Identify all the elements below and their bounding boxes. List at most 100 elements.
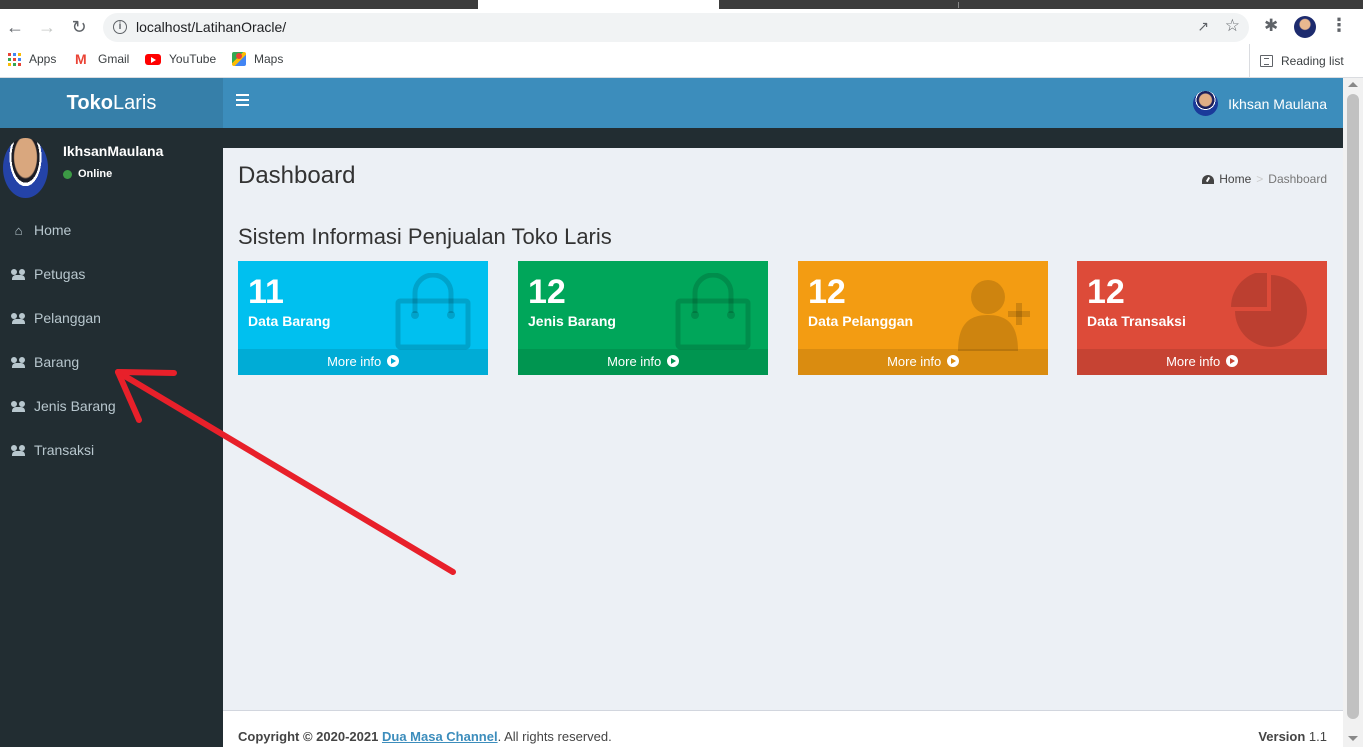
scroll-thumb[interactable]: [1347, 94, 1359, 719]
bookmark-gmail[interactable]: Gmail: [75, 51, 129, 67]
status-text: Online: [78, 168, 113, 180]
home-icon: ⌂: [14, 222, 23, 238]
box-label: Jenis Barang: [528, 313, 616, 329]
box-label: Data Barang: [248, 313, 331, 329]
share-icon[interactable]: ↗: [1197, 18, 1209, 35]
bookmark-label: YouTube: [169, 52, 217, 66]
sidebar-item-label: Petugas: [34, 266, 86, 282]
shopping-bag-icon: [675, 273, 751, 350]
bookmarks-bar: Apps Gmail YouTube Maps Reading list: [0, 44, 1363, 78]
sidebar-item-label: Transaksi: [34, 442, 95, 458]
copyright-label: Copyright © 2020-2021: [238, 729, 379, 744]
scroll-up-arrow-icon[interactable]: [1348, 82, 1358, 87]
version-label: Version: [1258, 729, 1306, 744]
box-number: 11: [248, 273, 284, 311]
tab-separator: [958, 2, 959, 8]
bookmark-maps[interactable]: Maps: [232, 52, 283, 66]
info-box-data-barang[interactable]: 11 Data Barang More info: [238, 261, 488, 375]
info-box-data-pelanggan[interactable]: 12 Data Pelanggan More info: [798, 261, 1048, 375]
rights-text: . All rights reserved.: [497, 729, 612, 744]
reading-list-button[interactable]: Reading list: [1249, 44, 1344, 77]
sidebar-item-label: Pelanggan: [34, 310, 101, 326]
header-shadow-strip: [223, 128, 1343, 148]
content-wrapper: Dashboard Home > Dashboard Sistem Inform…: [223, 128, 1343, 747]
user-panel: IkhsanMaulana Online: [3, 138, 223, 198]
reading-list-icon: [1260, 54, 1273, 67]
more-info-text: More info: [887, 354, 942, 369]
sidebar-item-pelanggan[interactable]: Pelanggan: [0, 296, 223, 340]
more-info-text: More info: [327, 354, 382, 369]
page-scrollbar[interactable]: [1343, 78, 1363, 747]
bookmark-youtube[interactable]: YouTube: [145, 52, 216, 66]
back-arrow-icon[interactable]: ←: [3, 15, 27, 39]
shopping-bag-icon: [395, 273, 471, 350]
site-info-icon[interactable]: i: [113, 20, 127, 34]
arrow-circle-right-icon: [1225, 355, 1238, 367]
sidebar-item-transaksi[interactable]: Transaksi: [0, 428, 223, 472]
version-number: 1.1: [1308, 729, 1327, 744]
scroll-down-arrow-icon[interactable]: [1348, 736, 1358, 741]
reload-icon[interactable]: ↻: [67, 15, 91, 39]
inactive-tab[interactable]: [0, 0, 478, 9]
info-box-jenis-barang[interactable]: 12 Jenis Barang More info: [518, 261, 768, 375]
browser-menu-icon[interactable]: ⋮: [1330, 15, 1348, 36]
online-dot-icon: [63, 169, 72, 179]
sidebar-toggle-icon[interactable]: [236, 94, 250, 108]
logo-bold-text: Toko: [66, 92, 113, 114]
arrow-circle-right-icon: [946, 355, 959, 367]
dashboard-icon: [1202, 174, 1215, 184]
sidebar-item-label: Jenis Barang: [34, 398, 116, 414]
page-title: Dashboard: [238, 162, 356, 189]
arrow-circle-right-icon: [666, 355, 679, 367]
bookmark-label: Maps: [254, 52, 284, 66]
inactive-tab-area[interactable]: [719, 0, 1363, 9]
main-header: TokoLaris Ikhsan Maulana: [0, 78, 1343, 128]
more-info-link[interactable]: More info: [238, 349, 488, 375]
gmail-icon: [75, 51, 90, 67]
sidebar-menu: ⌂ Home Petugas Pelanggan Barang Jenis Ba…: [0, 208, 223, 472]
forward-arrow-icon[interactable]: →: [35, 15, 59, 39]
browser-toolbar: ← → ↻ i localhost/LatihanOracle/ ↗ ☆ ✱ ⋮: [0, 10, 1363, 44]
more-info-text: More info: [607, 354, 662, 369]
extensions-puzzle-icon[interactable]: ✱: [1264, 16, 1278, 36]
more-info-link[interactable]: More info: [518, 349, 768, 375]
header-user-name: Ikhsan Maulana: [1228, 95, 1327, 112]
browser-tab-strip: [0, 0, 1363, 10]
breadcrumb-current: Dashboard: [1268, 172, 1327, 186]
reading-list-label: Reading list: [1281, 53, 1344, 68]
copyright-text: Copyright © 2020-2021 Dua Masa Channel. …: [238, 729, 612, 744]
more-info-link[interactable]: More info: [1077, 349, 1327, 375]
breadcrumb-home[interactable]: Home: [1219, 172, 1251, 186]
status-badge: Online: [63, 168, 112, 180]
avatar: [1193, 91, 1219, 116]
sidebar-item-barang[interactable]: Barang: [0, 340, 223, 384]
user-menu[interactable]: Ikhsan Maulana: [1193, 91, 1327, 116]
avatar: [3, 138, 48, 198]
sidebar-item-label: Barang: [34, 354, 80, 370]
more-info-text: More info: [1166, 354, 1221, 369]
breadcrumb-separator: >: [1256, 172, 1264, 186]
sidebar-item-petugas[interactable]: Petugas: [0, 252, 223, 296]
more-info-link[interactable]: More info: [798, 349, 1048, 375]
footer-channel-link[interactable]: Dua Masa Channel: [382, 729, 498, 744]
pie-chart-icon: [1231, 273, 1307, 347]
info-box-data-transaksi[interactable]: 12 Data Transaksi More info: [1077, 261, 1327, 375]
users-icon: [11, 268, 26, 280]
bookmark-star-icon[interactable]: ☆: [1225, 16, 1240, 36]
sidebar-item-home[interactable]: ⌂ Home: [0, 208, 223, 252]
user-plus-icon: [958, 280, 1030, 351]
box-label: Data Pelanggan: [808, 313, 914, 329]
address-bar[interactable]: i localhost/LatihanOracle/ ↗ ☆: [103, 13, 1249, 42]
box-label: Data Transaksi: [1087, 313, 1186, 329]
main-footer: Copyright © 2020-2021 Dua Masa Channel. …: [223, 710, 1343, 747]
box-number: 12: [1087, 273, 1125, 311]
bookmark-label: Apps: [29, 52, 57, 66]
sidebar-item-jenis-barang[interactable]: Jenis Barang: [0, 384, 223, 428]
sidebar-item-label: Home: [34, 222, 72, 238]
app-logo[interactable]: TokoLaris: [0, 78, 223, 128]
bookmark-apps[interactable]: Apps: [8, 52, 56, 66]
logo-light-text: Laris: [112, 92, 157, 114]
profile-avatar[interactable]: [1294, 16, 1316, 38]
version-info: Version 1.1: [1258, 729, 1327, 744]
url-text[interactable]: localhost/LatihanOracle/: [136, 19, 286, 35]
